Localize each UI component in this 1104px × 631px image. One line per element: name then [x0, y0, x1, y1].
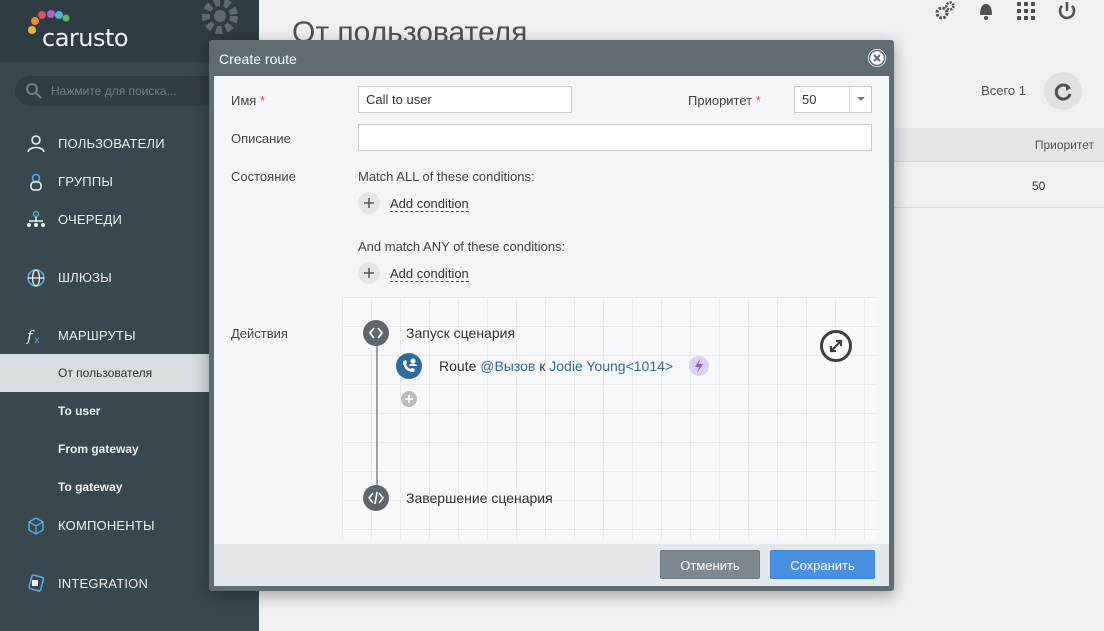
- required-mark: *: [259, 93, 266, 108]
- end-node-label: Завершение сценария: [406, 490, 553, 506]
- add-condition-any-link[interactable]: Add condition: [390, 266, 469, 282]
- flow-connector: [376, 334, 378, 504]
- plus-icon: [405, 395, 413, 403]
- priority-value: 50: [802, 92, 817, 107]
- route-word: Route: [439, 358, 477, 374]
- dialog-title: Create route: [219, 51, 297, 67]
- close-button[interactable]: [868, 49, 886, 67]
- chevron-down-icon: [849, 87, 871, 112]
- description-input[interactable]: [358, 124, 872, 151]
- expand-button[interactable]: [820, 330, 852, 362]
- dialog-footer: Отменить Сохранить: [214, 544, 889, 586]
- priority-select[interactable]: 50: [794, 86, 872, 113]
- create-route-dialog: Create route Имя * Приоритет * 50 Описан…: [209, 40, 894, 591]
- code-icon: [367, 491, 385, 505]
- route-target[interactable]: Jodie Young<1014>: [549, 358, 673, 374]
- start-node-label: Запуск сценария: [406, 325, 516, 341]
- name-label-text: Имя: [231, 93, 257, 108]
- match-all-text: Match ALL of these conditions:: [358, 169, 535, 184]
- actions-label: Действия: [231, 326, 288, 341]
- start-node[interactable]: [363, 320, 389, 346]
- add-condition-any-button[interactable]: [358, 262, 380, 284]
- cancel-button[interactable]: Отменить: [660, 550, 760, 579]
- route-action-text[interactable]: Route @Вызов к Jodie Young<1014>: [439, 358, 673, 374]
- dialog-body: Имя * Приоритет * 50 Описание Состояние …: [214, 76, 889, 544]
- bolt-icon[interactable]: [689, 356, 709, 376]
- add-condition-all-link[interactable]: Add condition: [390, 196, 469, 212]
- close-icon: [868, 49, 886, 67]
- add-action-button[interactable]: [401, 391, 417, 407]
- end-node[interactable]: [363, 485, 389, 511]
- route-to-word: к: [539, 358, 546, 374]
- phone-user-icon: [403, 358, 417, 372]
- add-condition-all-button[interactable]: [358, 192, 380, 214]
- save-button[interactable]: Сохранить: [770, 550, 875, 579]
- name-input[interactable]: [358, 86, 572, 113]
- state-label: Состояние: [231, 169, 296, 184]
- match-any-text: And match ANY of these conditions:: [358, 239, 566, 254]
- name-label: Имя *: [231, 93, 265, 108]
- code-icon: [368, 327, 384, 339]
- expand-icon: [829, 339, 843, 353]
- priority-label-text: Приоритет: [688, 93, 753, 108]
- plus-icon: [364, 198, 374, 208]
- priority-label: Приоритет *: [688, 93, 761, 108]
- required-mark: *: [755, 93, 761, 108]
- route-variable[interactable]: @Вызов: [480, 358, 535, 374]
- description-label: Описание: [231, 131, 291, 146]
- plus-icon: [364, 268, 374, 278]
- route-action-icon[interactable]: [396, 353, 422, 379]
